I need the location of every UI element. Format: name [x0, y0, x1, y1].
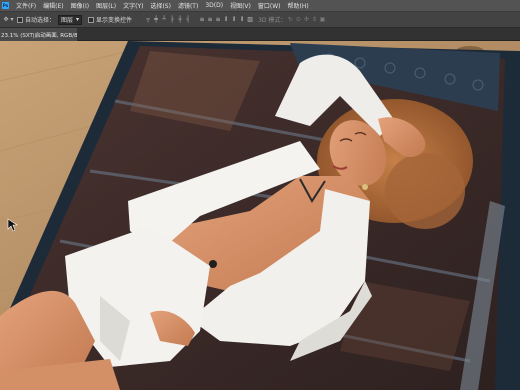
menu-image[interactable]: 图像(I) [71, 1, 89, 10]
show-transform-label: 显示变换控件 [96, 17, 133, 24]
distribute-top-icon[interactable]: ≡ [198, 16, 206, 24]
auto-align-icon[interactable]: ▥ [246, 16, 254, 24]
distribute-right-icon[interactable]: ⦀ [238, 16, 246, 24]
menu-3d[interactable]: 3D(D) [205, 2, 223, 9]
menu-type[interactable]: 文字(Y) [123, 1, 143, 10]
menu-select[interactable]: 选择(S) [150, 1, 171, 10]
document-tab-bar: 23.1% (SXT|启动画面, RGB/8) * × [0, 28, 520, 41]
menu-help[interactable]: 帮助(H) [288, 1, 309, 10]
menu-bar: Ps 文件(F) 编辑(E) 图像(I) 图层(L) 文字(Y) 选择(S) 滤… [0, 0, 520, 12]
options-bar: ✥ ▾ 自动选择： 图层 ▾ 显示变换控件 ┬ ╪ ┴ ├ ┼ ┤ ≡ ≡ ≡ … [0, 12, 520, 28]
menu-file[interactable]: 文件(F) [16, 1, 36, 10]
document-tab-title: 23.1% (SXT|启动画面, RGB/8) * [1, 32, 77, 39]
menu-layer[interactable]: 图层(L) [96, 1, 116, 10]
menu-window[interactable]: 窗口(W) [258, 1, 281, 10]
distribute-vcenter-icon[interactable]: ≡ [206, 16, 214, 24]
blazer-button [209, 260, 217, 268]
chevron-down-icon[interactable]: ▾ [10, 16, 14, 24]
auto-select-checkbox[interactable] [17, 16, 23, 23]
move-tool-icon[interactable]: ✥ [2, 16, 10, 24]
menu-filter[interactable]: 滤镜(T) [178, 1, 198, 10]
3d-scale-icon[interactable]: ▣ [318, 16, 326, 24]
menu-view[interactable]: 视图(V) [230, 1, 251, 10]
3d-drag-icon[interactable]: ✣ [302, 16, 310, 24]
auto-select-label: 自动选择： [25, 17, 56, 24]
auto-select-value: 图层 [61, 17, 74, 24]
chevron-down-icon: ▾ [76, 16, 80, 23]
document-tab[interactable]: 23.1% (SXT|启动画面, RGB/8) * × [0, 28, 77, 41]
align-right-icon[interactable]: ┤ [184, 16, 192, 24]
auto-select-dropdown[interactable]: 图层 ▾ [58, 14, 83, 25]
3d-rotate-icon[interactable]: ↻ [286, 16, 294, 24]
3d-mode-label: 3D 模式： [258, 17, 287, 24]
align-bottom-icon[interactable]: ┴ [160, 16, 168, 24]
align-top-icon[interactable]: ┬ [144, 16, 152, 24]
document-canvas[interactable] [0, 41, 520, 390]
distribute-left-icon[interactable]: ⦀ [222, 16, 230, 24]
distribute-hcenter-icon[interactable]: ⦀ [230, 16, 238, 24]
3d-slide-icon[interactable]: ⇕ [310, 16, 318, 24]
align-left-icon[interactable]: ├ [168, 16, 176, 24]
align-hcenter-icon[interactable]: ┼ [176, 16, 184, 24]
photo-artwork [0, 41, 520, 390]
show-transform-checkbox[interactable] [88, 16, 95, 23]
align-vcenter-icon[interactable]: ╪ [152, 16, 160, 24]
3d-roll-icon[interactable]: ⊙ [294, 16, 302, 24]
photoshop-logo-icon: Ps [2, 2, 9, 9]
distribute-bottom-icon[interactable]: ≡ [214, 16, 222, 24]
menu-edit[interactable]: 编辑(E) [43, 1, 63, 10]
